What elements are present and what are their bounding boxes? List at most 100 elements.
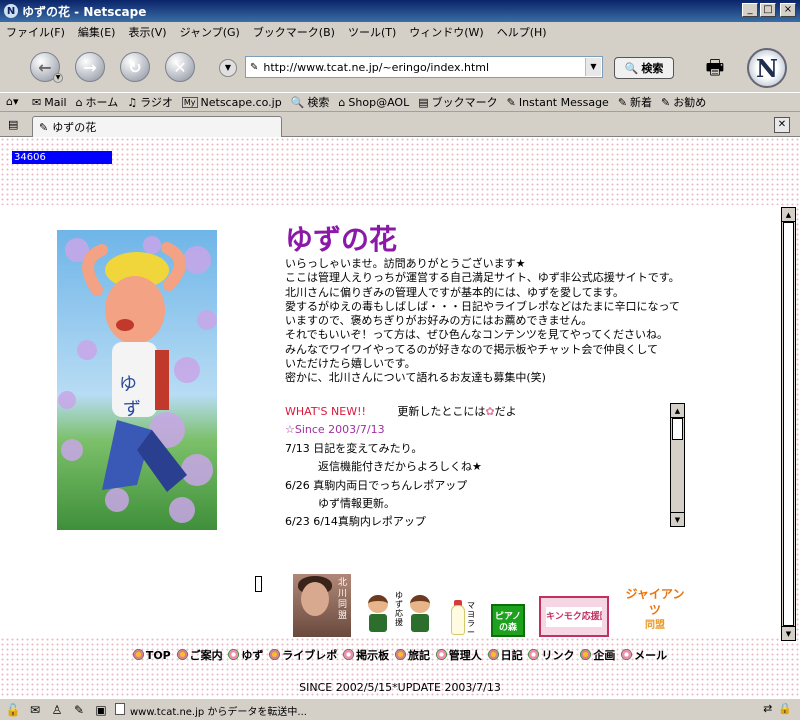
netscape-throbber-logo[interactable]: N	[747, 48, 787, 88]
mail-status-icon[interactable]: ✉	[26, 702, 44, 718]
menu-help[interactable]: ヘルプ(H)	[497, 24, 547, 40]
page-scroll-up-button[interactable]: ▲	[782, 208, 795, 222]
menu-view[interactable]: 表示(V)	[128, 24, 166, 40]
nav-live-report-link[interactable]: ライブレポ	[269, 647, 337, 663]
bookmark-radio[interactable]: ♫ ラジオ	[127, 94, 173, 110]
piano-forest-banner[interactable]: ピアノの森	[491, 604, 525, 637]
nav-label: リンク	[541, 649, 575, 662]
flower-icon	[394, 649, 406, 660]
toolbar-home-menu-icon[interactable]: ⌂▾	[6, 95, 19, 108]
maximize-button[interactable]: □	[760, 3, 776, 17]
connection-icon: ⇄	[763, 702, 773, 715]
nav-label: ご案内	[189, 649, 223, 662]
minimize-button[interactable]: _	[742, 3, 758, 17]
kinmoku-banner[interactable]: キンモク応援団	[539, 596, 609, 637]
nav-travel-link[interactable]: 旅記	[394, 647, 430, 663]
intro-line: いただけたら嬉しいです。	[285, 357, 416, 371]
bookmark-home[interactable]: ⌂ ホーム	[76, 94, 119, 110]
giants-banner-sub: 同盟	[645, 620, 665, 631]
bookmark-mail[interactable]: ✉ Mail	[32, 96, 67, 109]
nav-links-link[interactable]: リンク	[528, 647, 574, 663]
close-tab-button[interactable]: ✕	[774, 117, 790, 133]
whats-new-box[interactable]: WHAT'S NEW!! 更新したとこには✿だよ ☆Since 2003/7/1…	[285, 403, 670, 529]
page-scrollbar[interactable]: ▲ ▼	[781, 207, 796, 641]
mayo-banner[interactable]: マヨラー	[447, 597, 483, 637]
svg-text:ず: ず	[123, 399, 141, 420]
visitor-counter: 34606	[12, 151, 112, 164]
back-arrow-icon: ←	[38, 57, 52, 77]
url-dropdown-button[interactable]: ▼	[585, 58, 601, 76]
web-page-content: 34606 ゆ ず ゆずの花 いらっしゃいませ。訪問ありがとうございます★ ここ…	[0, 137, 800, 698]
bookmark-folder[interactable]: ▤ ブックマーク	[418, 94, 497, 110]
stop-button[interactable]: ✕	[165, 52, 195, 82]
bookmark-recommend[interactable]: ✎ お勧め	[661, 94, 706, 110]
menu-window[interactable]: ウィンドウ(W)	[409, 24, 483, 40]
news-scroll-up-button[interactable]: ▲	[671, 404, 684, 418]
tab-yuzu-no-hana[interactable]: ✎ ゆずの花	[32, 116, 282, 137]
mayo-banner-text: マヨラー	[467, 601, 475, 637]
nav-label: メール	[634, 649, 668, 662]
window-controls: _ □ ×	[742, 3, 796, 17]
aim-status-icon[interactable]: ♙	[48, 702, 66, 718]
page-status-icon	[115, 703, 125, 715]
news-scroll-thumb[interactable]	[672, 418, 683, 440]
nav-diary-link[interactable]: 日記	[487, 647, 523, 663]
nav-yuzu-link[interactable]: ゆず	[228, 647, 263, 663]
page-proxy-icon[interactable]: ✎	[250, 62, 258, 73]
back-button[interactable]: ← ▼	[30, 52, 63, 83]
nav-label: 旅記	[407, 649, 430, 662]
bookmark-label: ホーム	[85, 96, 119, 109]
close-window-button[interactable]: ×	[780, 3, 796, 17]
nav-admin-link[interactable]: 管理人	[435, 647, 482, 663]
menu-edit[interactable]: 編集(E)	[78, 24, 116, 40]
flower-icon	[528, 649, 540, 660]
news-item: 6/26 真駒内両日でっちんレポアップ	[285, 478, 468, 492]
menu-tools[interactable]: ツール(T)	[348, 24, 396, 40]
url-field[interactable]: ✎ http://www.tcat.ne.jp/~eringo/index.ht…	[245, 56, 603, 78]
nav-bbs-link[interactable]: 掲示板	[343, 647, 389, 663]
forward-button[interactable]: →	[75, 52, 105, 82]
intro-line: それでもいいぞ！って方は、ぜひ色んなコンテンツを見てやってくださいね。	[285, 328, 669, 342]
address-book-icon[interactable]: ▣	[92, 702, 110, 718]
page-scroll-down-button[interactable]: ▼	[782, 626, 795, 640]
whats-new-note: 更新したとこには	[397, 405, 486, 418]
nav-top-link[interactable]: TOP	[132, 649, 171, 662]
print-icon[interactable]: 🖶	[700, 52, 730, 82]
nav-label: 企画	[593, 649, 616, 662]
kitagawa-banner[interactable]: 北川同盟	[293, 574, 351, 637]
bookmark-instant-message[interactable]: ✎ Instant Message	[507, 96, 609, 109]
security-lock-icon: 🔓	[5, 702, 21, 717]
bookmark-search[interactable]: 🔍 検索	[291, 94, 330, 110]
tab-list-icon[interactable]: ▤	[8, 118, 18, 131]
back-history-dropdown[interactable]: ▼	[53, 73, 63, 83]
bookmark-shop[interactable]: ⌂ Shop@AOL	[338, 96, 409, 109]
bookmark-netscape[interactable]: My Netscape.co.jp	[181, 96, 282, 109]
news-scroll-down-button[interactable]: ▼	[671, 512, 684, 526]
kitagawa-banner-text: 北川同盟	[338, 578, 348, 621]
nav-mail-link[interactable]: メール	[621, 647, 667, 663]
giants-banner[interactable]: ジャイアンツ 同盟	[625, 586, 685, 637]
bookmark-label: ラジオ	[140, 96, 173, 109]
page-scroll-thumb[interactable]	[783, 222, 794, 626]
svg-text:ゆ: ゆ	[119, 374, 137, 395]
whats-new-since: ☆Since 2003/7/13	[285, 423, 385, 437]
flower-icon	[343, 649, 355, 660]
yuzu-kids-banner[interactable]: ゆず応援	[365, 589, 435, 637]
home-icon: ⌂	[75, 95, 83, 109]
menu-bookmarks[interactable]: ブックマーク(B)	[253, 24, 335, 40]
menu-go[interactable]: ジャンプ(G)	[180, 24, 240, 40]
bookmark-label: 検索	[307, 96, 330, 109]
nav-guide-link[interactable]: ご案内	[176, 647, 223, 663]
banner-face	[301, 582, 329, 616]
reload-button[interactable]: ↻	[120, 52, 150, 82]
stop-icon: ✕	[173, 57, 187, 77]
kinmoku-banner-text: キンモク応援団	[546, 607, 602, 627]
search-button[interactable]: 🔍 検索	[614, 57, 674, 79]
window-titlebar[interactable]: N ゆずの花 - Netscape _ □ ×	[0, 0, 800, 22]
menu-file[interactable]: ファイル(F)	[6, 24, 65, 40]
bookmark-new[interactable]: ✎ 新着	[618, 94, 652, 110]
url-history-button[interactable]: ▼	[219, 59, 237, 77]
news-scrollbar[interactable]: ▲ ▼	[670, 403, 685, 527]
nav-projects-link[interactable]: 企画	[580, 647, 615, 663]
composer-icon[interactable]: ✎	[70, 702, 88, 718]
